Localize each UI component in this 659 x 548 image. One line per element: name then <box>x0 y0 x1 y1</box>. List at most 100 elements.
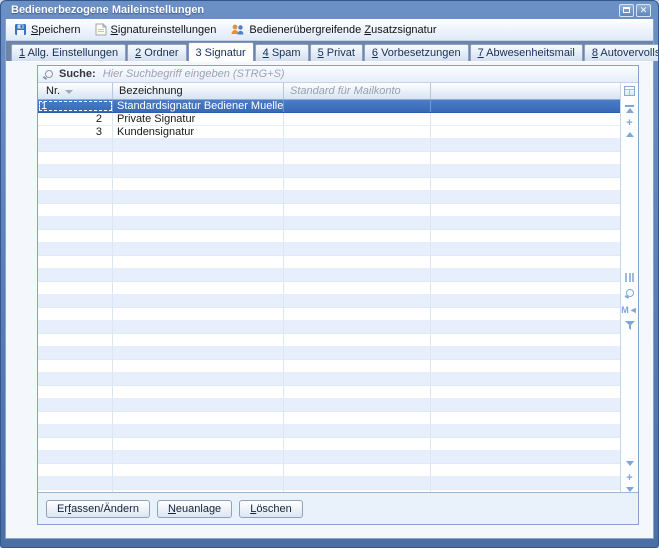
empty-row[interactable] <box>38 282 620 295</box>
table-row[interactable]: 2 Private Signatur <box>38 113 620 126</box>
column-chooser-icon[interactable] <box>621 86 638 96</box>
cell-bezeichnung[interactable]: Kundensignatur <box>113 126 284 138</box>
empty-cell <box>431 399 620 411</box>
tab-signatur[interactable]: 3 Signatur <box>188 42 254 61</box>
cell-rest[interactable] <box>431 100 620 112</box>
search-input[interactable] <box>101 67 633 81</box>
empty-cell <box>431 464 620 476</box>
empty-cell <box>113 217 284 229</box>
empty-row[interactable] <box>38 243 620 256</box>
table-row[interactable]: 3 Kundensignatur <box>38 126 620 139</box>
empty-row[interactable] <box>38 334 620 347</box>
grid-main: Nr. Bezeichnung Standard für Mailkonto 1… <box>38 83 638 492</box>
empty-row[interactable] <box>38 399 620 412</box>
empty-cell <box>38 269 113 281</box>
empty-cell <box>113 451 284 463</box>
empty-row[interactable] <box>38 412 620 425</box>
signature-settings-button[interactable]: Signatureinstellungen <box>95 23 217 36</box>
titlebar[interactable]: Bedienerbezogene Maileinstellungen ✕ <box>5 1 654 19</box>
mark-record-icon[interactable]: M◄ <box>621 306 638 315</box>
empty-cell <box>113 477 284 489</box>
tab-vorbesetzungen[interactable]: 6 Vorbesetzungen <box>364 44 469 61</box>
search-record-icon[interactable] <box>621 289 638 299</box>
columns-icon[interactable] <box>621 273 638 282</box>
previous-row-icon[interactable] <box>621 132 638 137</box>
tab-ordner[interactable]: 2 Ordner <box>127 44 186 61</box>
cell-bezeichnung[interactable]: Private Signatur <box>113 113 284 125</box>
empty-row[interactable] <box>38 230 620 243</box>
empty-row[interactable] <box>38 464 620 477</box>
scroll-top-icon[interactable] <box>621 105 638 113</box>
close-button[interactable]: ✕ <box>636 4 651 17</box>
loeschen-button[interactable]: Löschen <box>239 500 303 518</box>
empty-row[interactable] <box>38 347 620 360</box>
save-icon <box>14 23 27 36</box>
empty-row[interactable] <box>38 269 620 282</box>
search-icon <box>43 69 54 80</box>
neuanlage-button[interactable]: Neuanlage <box>157 500 232 518</box>
empty-row[interactable] <box>38 477 620 490</box>
empty-cell <box>284 412 431 424</box>
empty-cell <box>284 191 431 203</box>
column-header-nr[interactable]: Nr. <box>38 83 113 99</box>
empty-cell <box>113 464 284 476</box>
empty-row[interactable] <box>38 191 620 204</box>
search-label: Suche: <box>59 68 96 80</box>
empty-row[interactable] <box>38 165 620 178</box>
empty-cell <box>284 217 431 229</box>
empty-row[interactable] <box>38 152 620 165</box>
empty-cell <box>113 373 284 385</box>
tab-privat[interactable]: 5 Privat <box>310 44 363 61</box>
search-bar: Suche: <box>38 66 638 83</box>
empty-row[interactable] <box>38 204 620 217</box>
cell-bezeichnung[interactable]: Standardsignatur Bediener Mueller <box>113 100 284 112</box>
filter-icon[interactable] <box>621 321 638 330</box>
append-row-icon[interactable]: + <box>621 474 638 483</box>
next-row-icon[interactable] <box>621 461 638 466</box>
empty-row[interactable] <box>38 425 620 438</box>
cell-rest[interactable] <box>431 126 620 138</box>
empty-row[interactable] <box>38 438 620 451</box>
cell-standard[interactable] <box>284 100 431 112</box>
window-title: Bedienerbezogene Maileinstellungen <box>11 4 617 16</box>
empty-cell <box>431 451 620 463</box>
empty-row[interactable] <box>38 373 620 386</box>
cell-standard[interactable] <box>284 126 431 138</box>
cell-rest[interactable] <box>431 113 620 125</box>
column-header-bezeichnung[interactable]: Bezeichnung <box>113 83 284 99</box>
column-header-empty[interactable] <box>431 83 620 99</box>
insert-row-icon[interactable]: + <box>621 119 638 128</box>
empty-cell <box>431 386 620 398</box>
empty-row[interactable] <box>38 139 620 152</box>
tab-autovervollstaendigung[interactable]: 8 Autovervollständigung <box>584 44 659 61</box>
cell-nr[interactable]: 2 <box>38 113 113 125</box>
cell-nr[interactable]: 1 <box>38 100 113 112</box>
sort-icon <box>65 90 73 94</box>
global-signature-button[interactable]: Bedienerübergreifende Zusatzsignatur <box>230 23 436 36</box>
cell-nr[interactable]: 3 <box>38 126 113 138</box>
toolbar: Speichern Signatureinstellungen Bediener… <box>6 19 653 41</box>
tab-spam[interactable]: 4 Spam <box>255 44 309 61</box>
erfassen-aendern-button[interactable]: Erfassen/Ändern <box>46 500 150 518</box>
empty-row[interactable] <box>38 295 620 308</box>
save-button[interactable]: Speichern <box>14 23 81 36</box>
empty-row[interactable] <box>38 386 620 399</box>
empty-cell <box>431 243 620 255</box>
empty-row[interactable] <box>38 321 620 334</box>
scroll-bottom-icon[interactable] <box>621 487 638 492</box>
cell-standard[interactable] <box>284 113 431 125</box>
empty-row[interactable] <box>38 360 620 373</box>
empty-row[interactable] <box>38 217 620 230</box>
restore-button[interactable] <box>619 4 634 17</box>
table-row-selected[interactable]: 1 Standardsignatur Bediener Mueller <box>38 100 620 113</box>
tab-abwesenheitsmail[interactable]: 7 Abwesenheitsmail <box>470 44 583 61</box>
empty-row[interactable] <box>38 451 620 464</box>
column-header-standard-mailkonto[interactable]: Standard für Mailkonto <box>284 83 431 99</box>
empty-row[interactable] <box>38 308 620 321</box>
tab-allg-einstellungen[interactable]: 1 Allg. Einstellungen <box>11 44 126 61</box>
empty-cell <box>38 295 113 307</box>
empty-cell <box>431 165 620 177</box>
empty-row[interactable] <box>38 178 620 191</box>
empty-row[interactable] <box>38 256 620 269</box>
empty-cell <box>38 282 113 294</box>
